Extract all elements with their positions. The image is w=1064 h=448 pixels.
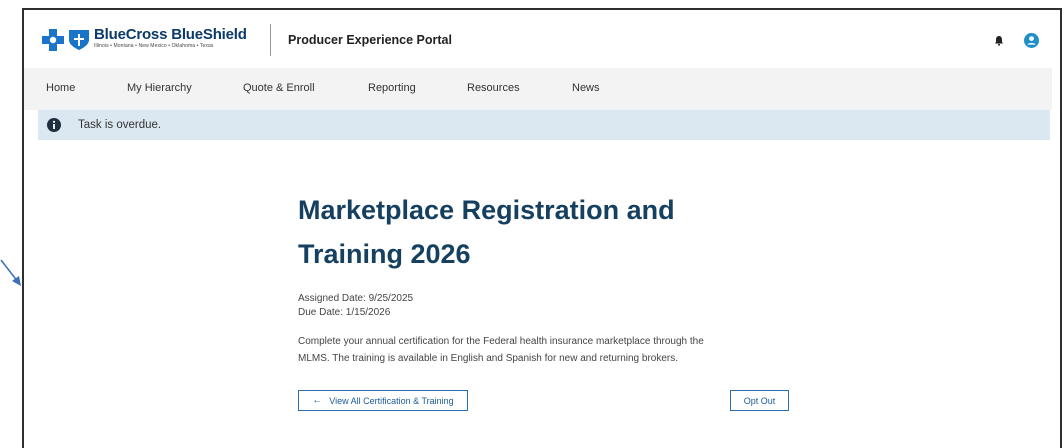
task-dates: Assigned Date: 9/25/2025 Due Date: 1/15/… [298,292,413,320]
page-title-line-2: Training 2026 [298,239,471,269]
main-nav: Home My Hierarchy Quote & Enroll Reporti… [24,68,1052,110]
overdue-alert-banner: Task is overdue. [38,110,1050,140]
brand-name: BlueCross BlueShield [94,26,247,43]
arrow-left-icon: ← [312,395,323,406]
alert-message: Task is overdue. [78,119,162,131]
bell-icon[interactable] [994,35,1004,46]
header-divider [270,24,271,56]
opt-out-button[interactable]: Opt Out [730,390,789,411]
nav-item-news[interactable]: News [572,82,600,94]
task-description-line-1: Complete your annual certification for t… [298,336,704,347]
nav-item-my-hierarchy[interactable]: My Hierarchy [127,82,192,94]
page-title: Marketplace Registration and Training 20… [298,188,758,276]
view-all-certification-button[interactable]: ← View All Certification & Training [298,390,468,411]
opt-out-label: Opt Out [743,395,776,406]
task-description-line-2: MLMS. The training is available in Engli… [298,353,679,364]
due-date: Due Date: 1/15/2026 [298,307,391,318]
page-title-line-1: Marketplace Registration and [298,195,675,225]
view-all-certification-label: View All Certification & Training [329,395,454,406]
nav-item-reporting[interactable]: Reporting [368,82,416,94]
user-icon[interactable] [1024,33,1039,48]
bcbs-logo-icon[interactable] [42,29,92,51]
task-description: Complete your annual certification for t… [298,333,778,367]
annotation-arrow-icon [0,259,21,286]
nav-item-resources[interactable]: Resources [467,82,520,94]
assigned-date: Assigned Date: 9/25/2025 [298,293,414,304]
nav-item-home[interactable]: Home [46,82,75,94]
portal-title: Producer Experience Portal [288,33,452,47]
site-header: BlueCross BlueShield Illinois • Montana … [24,12,1052,68]
brand: BlueCross BlueShield Illinois • Montana … [94,26,247,50]
nav-item-quote-enroll[interactable]: Quote & Enroll [243,82,315,94]
brand-states: Illinois • Montana • New Mexico • Oklaho… [94,43,214,49]
info-icon [47,118,61,132]
